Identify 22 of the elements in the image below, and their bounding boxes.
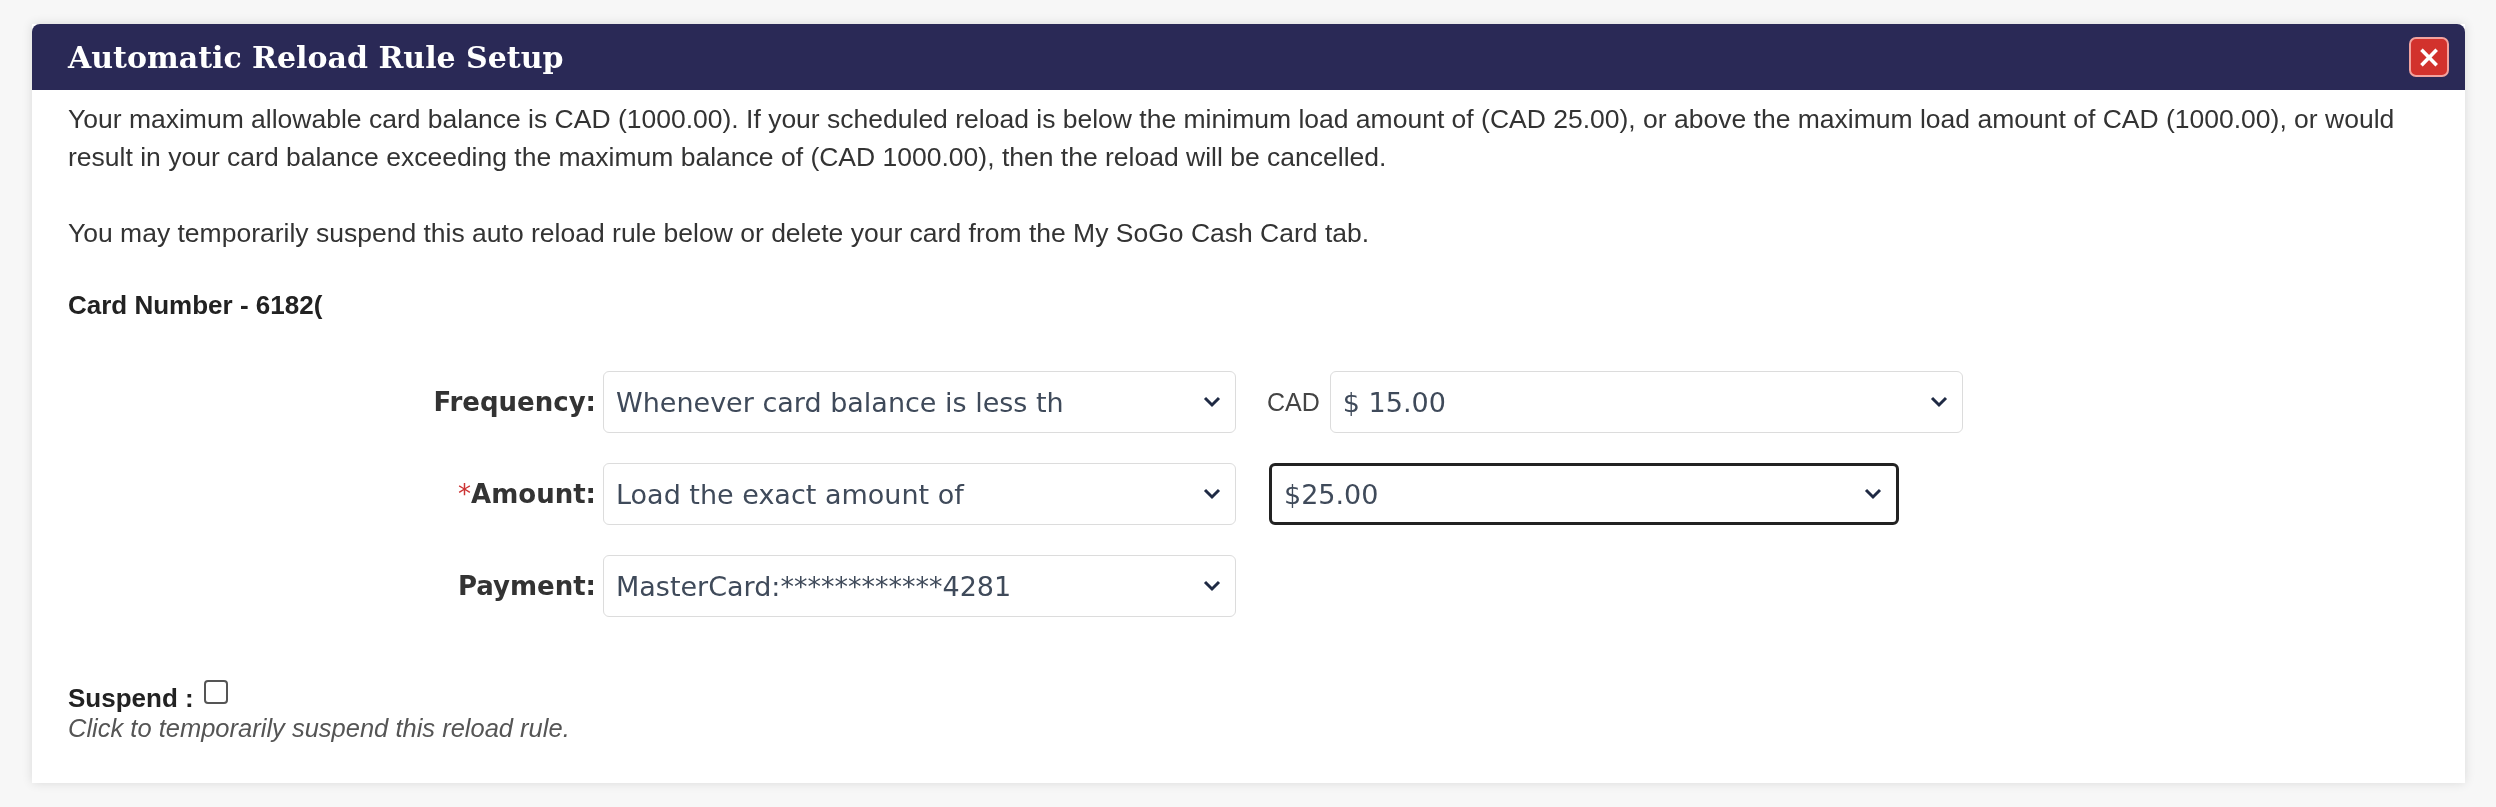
chevron-icon: [1203, 580, 1221, 592]
info-paragraph: Your maximum allowable card balance is CAD (1000.00). If your scheduled reload is below the minimum load amount of (CAD 25.00), or above the maximum load amount of CAD (1000.00), or would result in your card balance exceeding the maximum balance of (CAD 1000.00), then the reload will be cancelled.: [68, 103, 2396, 174]
field-label: *Amount:: [458, 479, 596, 509]
field-label: Frequency:: [433, 387, 596, 417]
dropdown-select[interactable]: Load the exact amount of: [603, 463, 1236, 525]
suspend-hint: Click to temporarily suspend this reload rule.: [68, 714, 571, 743]
suspend-checkbox[interactable]: [203, 679, 228, 704]
chevron-icon: [1864, 488, 1882, 500]
close-button[interactable]: ×: [2409, 37, 2449, 77]
dialog-title: Automatic Reload Rule Setup: [68, 39, 564, 75]
suspend-label: Suspend :: [68, 683, 194, 714]
chevron-icon: [1203, 396, 1221, 408]
currency-label: CAD: [1267, 387, 1320, 417]
dropdown-select[interactable]: $25.00: [1269, 463, 1899, 525]
dropdown-select[interactable]: MasterCard:************4281: [603, 555, 1236, 617]
dropdown-select[interactable]: $ 15.00: [1329, 371, 1963, 433]
field-label: Payment:: [457, 571, 596, 601]
chevron-icon: [1203, 488, 1221, 500]
chevron-icon: [1929, 396, 1948, 408]
card-number: Card Number - 6182(: [68, 290, 324, 321]
info-paragraph: You may temporarily suspend this auto reload rule below or delete your card from the My SoGo Cash Card tab.: [68, 217, 1371, 250]
dropdown-select[interactable]: Whenever card balance is less th: [603, 371, 1236, 433]
